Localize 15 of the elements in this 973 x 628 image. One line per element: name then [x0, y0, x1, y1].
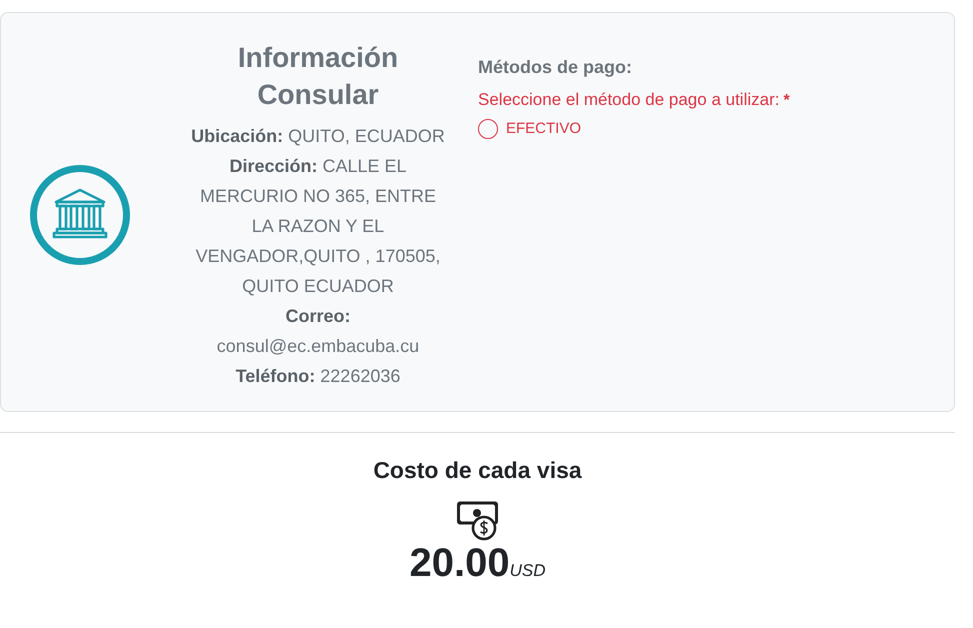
- cost-title: Costo de cada visa: [373, 456, 582, 485]
- required-mark: *: [783, 91, 790, 111]
- money-icon: [456, 501, 498, 541]
- info-field: Ubicación: QUITO, ECUADOR: [187, 121, 449, 151]
- info-field: Correo: consul@ec.embacuba.cu: [187, 301, 449, 361]
- payment-prompt: Seleccione el método de pago a utilizar:: [478, 89, 780, 111]
- currency-label: USD: [510, 560, 546, 582]
- radio-button[interactable]: [478, 119, 498, 139]
- bank-icon: [30, 165, 130, 265]
- price-amount: 20.00: [409, 541, 510, 585]
- radio-label: EFECTIVO: [506, 119, 582, 139]
- info-field: Teléfono: 22262036: [187, 361, 449, 391]
- info-title: Información Consular: [236, 41, 400, 112]
- payment-title: Métodos de pago:: [478, 56, 633, 79]
- info-field: Dirección: CALLE EL MERCURIO NO 365, ENTRE LA RAZON Y EL VENGADOR,QUITO , 170505, QUITO ECUADOR: [187, 151, 449, 301]
